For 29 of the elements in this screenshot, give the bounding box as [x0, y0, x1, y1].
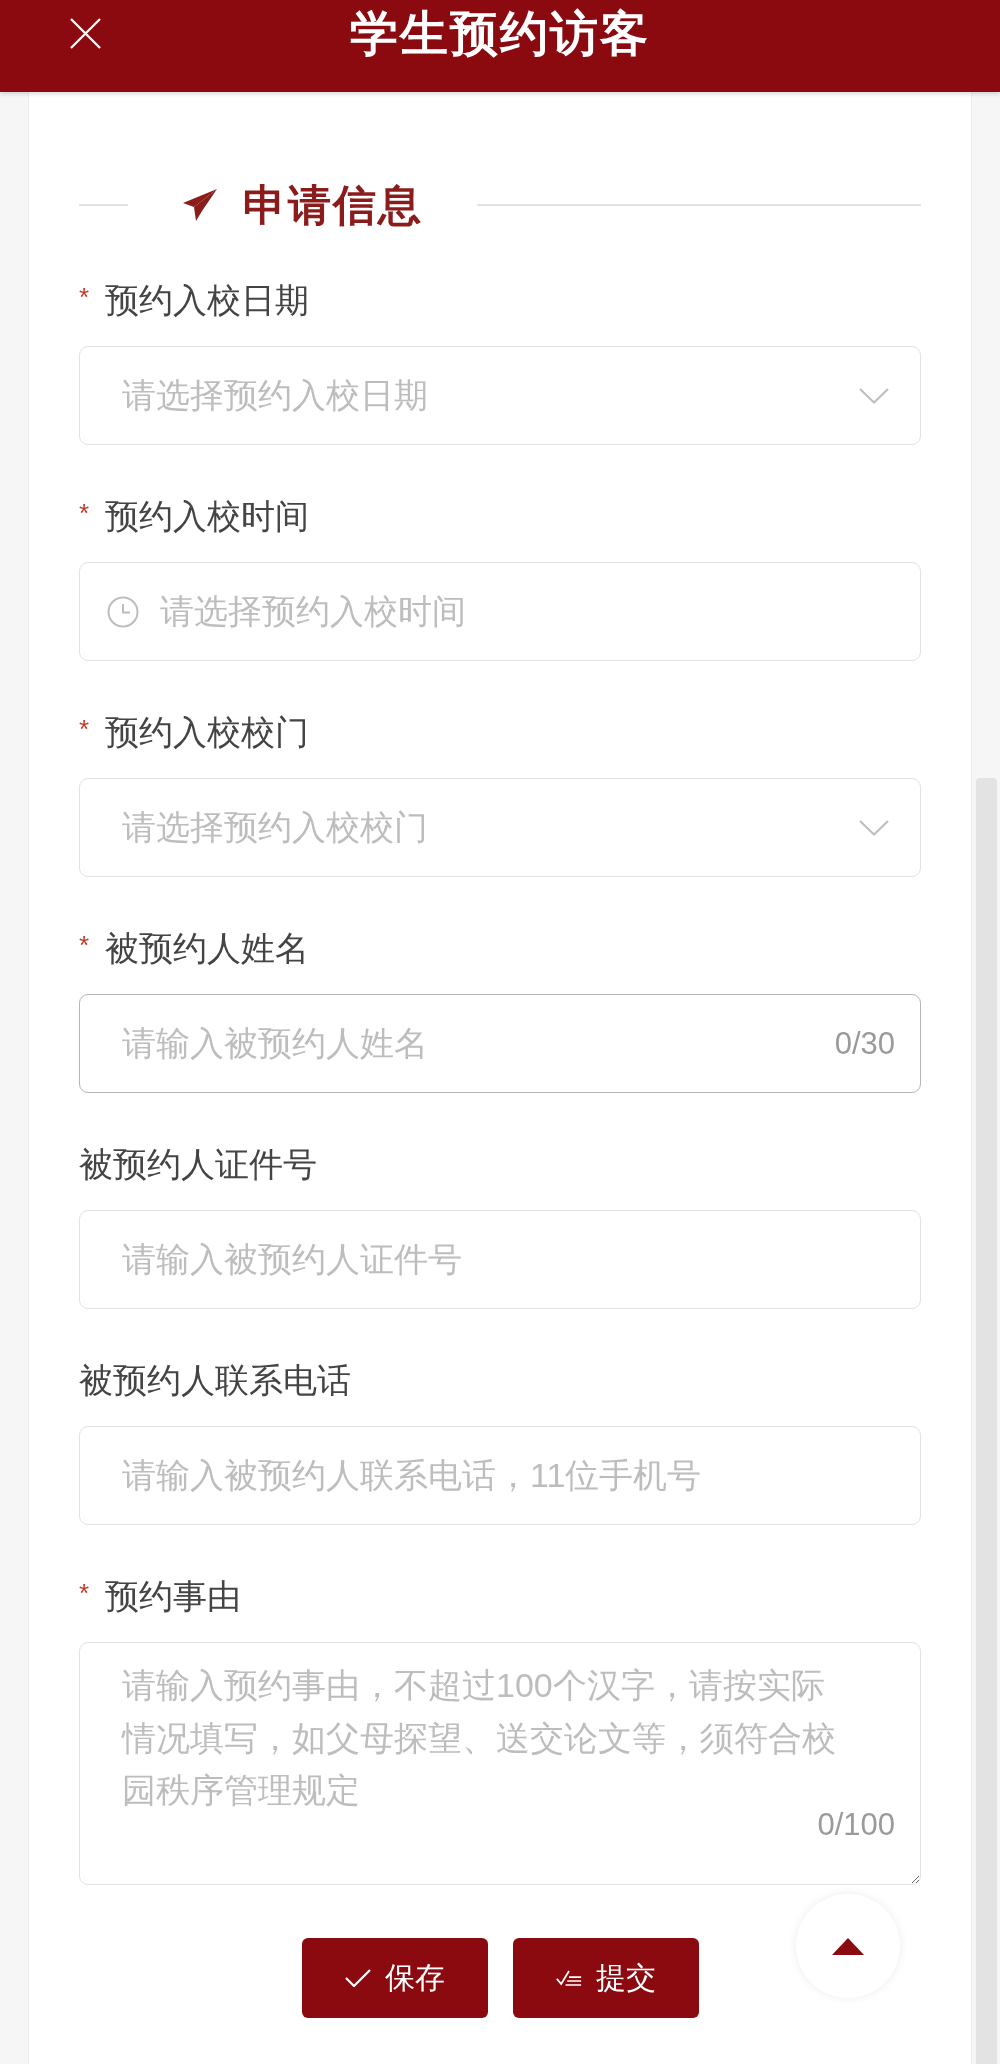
- chevron-down-icon: [859, 388, 889, 404]
- required-mark: *: [79, 281, 91, 310]
- required-mark: *: [79, 929, 91, 958]
- chevron-down-icon: [859, 820, 889, 836]
- field-label: 预约入校时间: [105, 496, 309, 536]
- required-mark: *: [79, 713, 91, 742]
- time-picker-field[interactable]: 请选择预约入校时间: [79, 562, 921, 661]
- field-label: 被预约人联系电话: [79, 1360, 351, 1400]
- field-label: 被预约人姓名: [105, 928, 309, 968]
- save-button[interactable]: 保存: [301, 1938, 488, 2018]
- character-counter: 0/100: [817, 1807, 895, 1843]
- caret-up-icon: [832, 1937, 864, 1955]
- field-label: 被预约人证件号: [79, 1144, 317, 1184]
- field-label: 预约入校日期: [105, 280, 309, 320]
- required-mark: *: [79, 1577, 91, 1606]
- checklist-icon: [555, 1969, 582, 1987]
- select-field[interactable]: 请选择预约入校校门: [79, 778, 921, 877]
- required-mark: *: [79, 497, 91, 526]
- character-counter: 0/30: [834, 1026, 895, 1062]
- select-field[interactable]: 请选择预约入校日期: [79, 346, 921, 445]
- check-icon: [344, 1969, 371, 1987]
- paper-plane-icon: [183, 189, 217, 221]
- field-label: 预约事由: [105, 1576, 241, 1616]
- submit-button[interactable]: 提交: [512, 1938, 699, 2018]
- clock-icon: [107, 596, 139, 628]
- page-title: 学生预约访客: [350, 8, 650, 60]
- close-icon[interactable]: [70, 18, 101, 49]
- section-title: 申请信息: [243, 181, 423, 229]
- field-label: 预约入校校门: [105, 712, 309, 752]
